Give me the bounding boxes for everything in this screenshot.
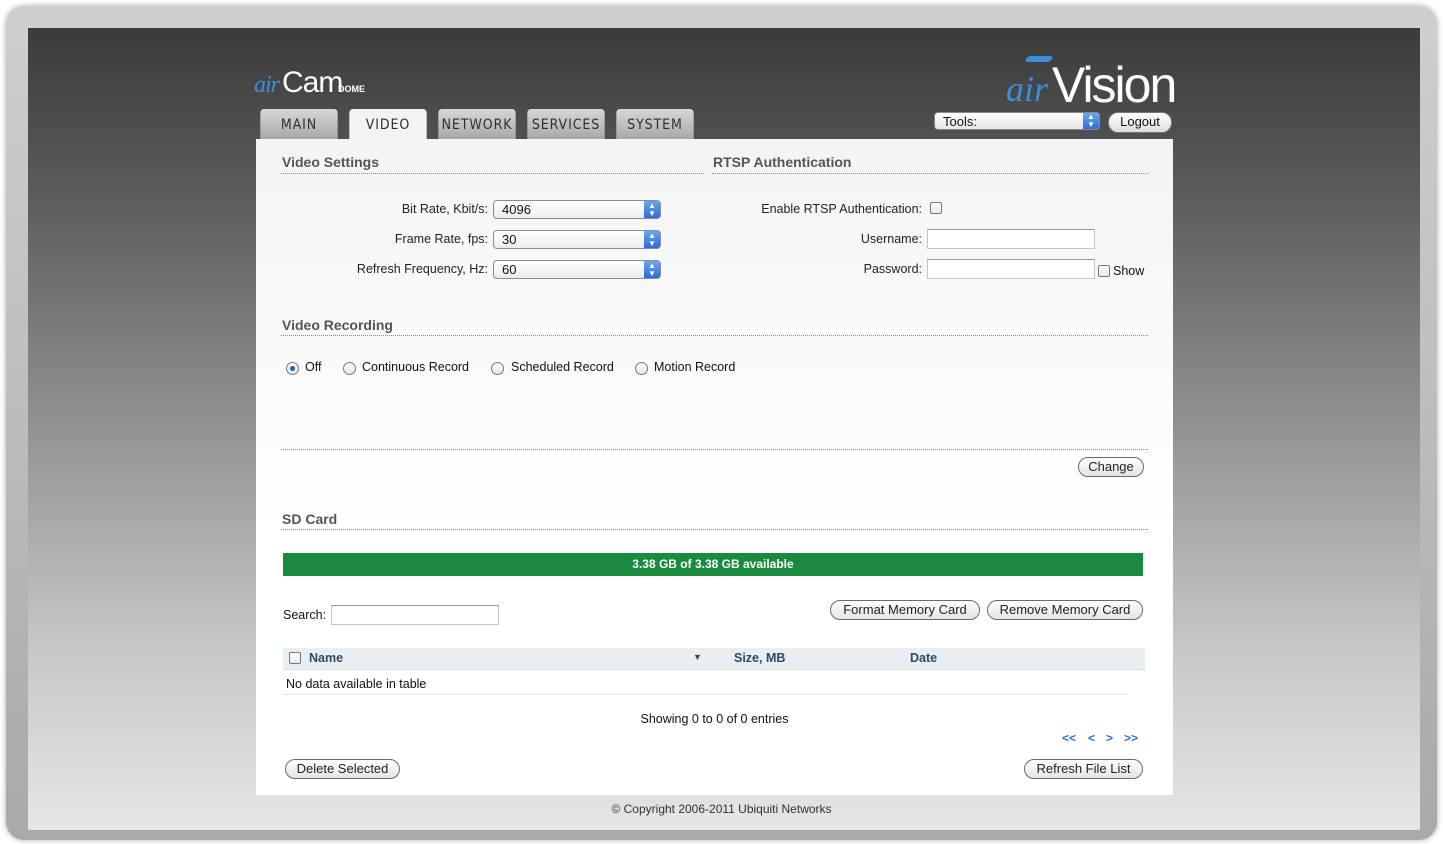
bit-rate-select[interactable]: 4096 ▲ ▼ (493, 200, 661, 219)
username-label: Username: (860, 232, 922, 246)
tab-services[interactable]: SERVICES (527, 109, 605, 139)
motion-record-radio[interactable] (635, 362, 648, 375)
search-input[interactable] (331, 605, 499, 625)
first-page-link[interactable]: << (1062, 731, 1076, 745)
scheduled-record-radio[interactable] (491, 362, 504, 375)
table-row-divider (283, 694, 1128, 695)
last-page-link[interactable]: >> (1124, 731, 1138, 745)
enable-rtsp-label: Enable RTSP Authentication: (761, 202, 922, 216)
empty-table-message: No data available in table (286, 677, 427, 691)
username-input[interactable] (927, 229, 1095, 249)
motion-record-label: Motion Record (654, 360, 736, 374)
tab-video[interactable]: VIDEO (349, 109, 427, 140)
tools-select-value: Tools: (943, 114, 977, 129)
search-label: Search: (283, 608, 327, 622)
logo-cam-text: Cam (282, 66, 343, 99)
scheduled-record-label: Scheduled Record (511, 360, 614, 374)
tab-system[interactable]: SYSTEM (616, 109, 694, 139)
record-off-radio[interactable] (286, 362, 299, 375)
continuous-record-radio[interactable] (343, 362, 356, 375)
divider (281, 529, 1148, 530)
continuous-record-label: Continuous Record (362, 360, 470, 374)
refresh-file-list-button[interactable]: Refresh File List (1024, 759, 1143, 779)
logo-air-text: air (254, 72, 280, 98)
table-info: Showing 0 to 0 of 0 entries (640, 712, 789, 726)
divider (281, 173, 704, 174)
divider (712, 173, 1148, 174)
select-arrows-icon: ▲ ▼ (644, 261, 660, 278)
format-memory-card-button[interactable]: Format Memory Card (830, 600, 980, 620)
sort-desc-icon: ▼ (693, 652, 702, 662)
rtsp-auth-title: RTSP Authentication (713, 154, 852, 170)
tab-network[interactable]: NETWORK (438, 109, 516, 139)
remove-memory-card-button[interactable]: Remove Memory Card (987, 600, 1143, 620)
file-table-header: Name ▼ Size, MB Date (283, 648, 1145, 670)
logout-button[interactable]: Logout (1108, 112, 1172, 133)
prev-page-link[interactable]: < (1088, 731, 1095, 745)
show-password-checkbox[interactable] (1098, 265, 1110, 277)
select-arrows-icon: ▲ ▼ (644, 201, 660, 218)
tools-select[interactable]: Tools: ▲ ▼ (934, 112, 1100, 130)
column-date[interactable]: Date (910, 651, 937, 665)
airvision-vision-text: Vision (1052, 57, 1177, 113)
frame-rate-value: 30 (502, 232, 517, 247)
select-arrows-icon: ▲ ▼ (644, 231, 660, 248)
logo-swoosh (1024, 56, 1054, 62)
enable-rtsp-checkbox[interactable] (930, 202, 942, 214)
delete-selected-button[interactable]: Delete Selected (285, 759, 400, 779)
copyright-footer: © Copyright 2006-2011 Ubiquiti Networks (611, 802, 832, 816)
next-page-link[interactable]: > (1106, 731, 1113, 745)
column-name[interactable]: Name (309, 651, 343, 665)
bit-rate-label: Bit Rate, Kbit/s: (401, 202, 488, 216)
video-settings-panel: Video Settings Bit Rate, Kbit/s: 4096 ▲ ▼… (256, 139, 1173, 795)
refresh-frequency-label: Refresh Frequency, Hz: (356, 262, 488, 276)
divider (281, 449, 1148, 450)
logo-dome-text: DOME (338, 84, 365, 94)
record-off-label: Off (305, 360, 322, 374)
airvision-logo: air Vision (1006, 54, 1177, 113)
bit-rate-value: 4096 (502, 202, 531, 217)
frame-rate-select[interactable]: 30 ▲ ▼ (493, 230, 661, 249)
sd-card-title: SD Card (282, 511, 338, 527)
show-password-label: Show (1113, 264, 1145, 278)
select-arrows-icon: ▲ ▼ (1083, 113, 1099, 129)
refresh-frequency-value: 60 (502, 262, 517, 277)
video-settings-title: Video Settings (282, 154, 379, 170)
change-button[interactable]: Change (1078, 457, 1144, 477)
airvision-air-text: air (1006, 69, 1049, 109)
sd-card-capacity-bar: 3.38 GB of 3.38 GB available (283, 553, 1143, 576)
password-label: Password: (863, 262, 922, 276)
tab-main[interactable]: MAIN (260, 109, 338, 139)
password-input[interactable] (927, 259, 1095, 279)
refresh-frequency-select[interactable]: 60 ▲ ▼ (493, 260, 661, 279)
select-all-checkbox[interactable] (289, 652, 301, 664)
frame-rate-label: Frame Rate, fps: (394, 232, 488, 246)
column-size[interactable]: Size, MB (734, 651, 785, 665)
divider (281, 335, 1148, 336)
video-recording-title: Video Recording (282, 317, 393, 333)
